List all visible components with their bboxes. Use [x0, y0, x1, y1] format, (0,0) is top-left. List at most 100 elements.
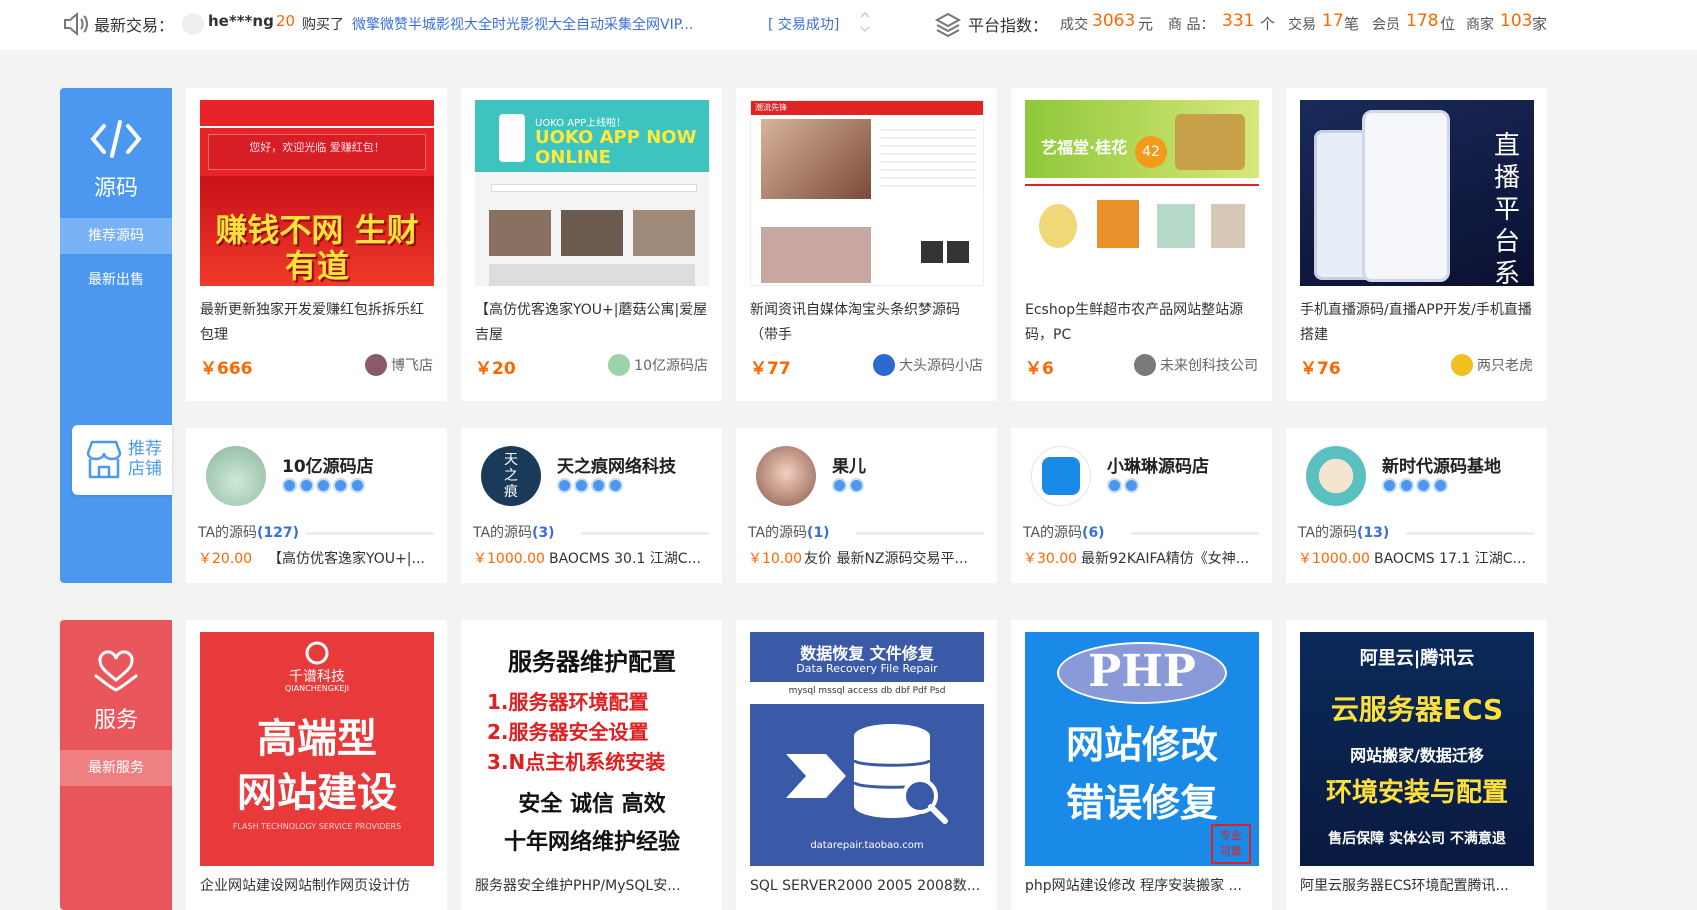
- product-thumbnail[interactable]: 潮流先锋: [750, 100, 984, 286]
- service-thumbnail[interactable]: 千谱科技 QIANCHENGKEJI 高端型 网站建设 FLASH TECHNO…: [200, 632, 434, 866]
- shop-name[interactable]: 10亿源码店: [634, 355, 708, 375]
- source-count: (13): [1357, 525, 1390, 541]
- format-list: mysql mssql access db dbf Pdf Psd: [788, 686, 946, 696]
- headline-3: 环境安装与配置: [1325, 778, 1508, 808]
- scroll-arrows-icon[interactable]: [858, 8, 872, 36]
- shop-avatar: [1451, 354, 1473, 376]
- service-thumbnail[interactable]: 阿里云|腾讯云 云服务器ECS 网站搬家/数据迁移 环境安装与配置 售后保障 实…: [1300, 632, 1534, 866]
- line-4: 安全 诚信 高效: [518, 792, 666, 817]
- shop-avatar: [1134, 354, 1156, 376]
- service-thumbnail[interactable]: PHP 网站修改 错误修复 专业可靠: [1025, 632, 1259, 866]
- shop-card[interactable]: 新时代源码基地 TA的源码(13) ￥1000.00 BAOCMS 17.1 江…: [1286, 428, 1547, 583]
- latest-item-title[interactable]: 【高仿优客逸家YOU+|...: [268, 548, 433, 568]
- product-thumbnail[interactable]: 艺福堂·桂花 42: [1025, 100, 1259, 286]
- platform-index-label: 平台指数：: [968, 16, 1049, 35]
- product-title[interactable]: 新闻资讯自媒体淘宝头条织梦源码（带手: [750, 298, 984, 348]
- product-price: ￥6: [1025, 359, 1054, 379]
- latest-item-price: ￥20.00: [198, 551, 253, 567]
- product-shop[interactable]: 未来创科技公司: [1134, 354, 1258, 376]
- shop-card[interactable]: 10亿源码店 TA的源码(127) ￥20.00 【高仿优客逸家YOU+|...: [186, 428, 447, 583]
- shop-source-count[interactable]: TA的源码(3): [473, 522, 555, 542]
- shop-name[interactable]: 10亿源码店: [282, 452, 374, 477]
- latest-service-link[interactable]: 最新服务: [60, 750, 172, 786]
- service-thumbnail[interactable]: 服务器维护配置 1.服务器环境配置 2.服务器安全设置 3.N点主机系统安装 安…: [475, 632, 709, 866]
- stat-deal-label: 成交: [1060, 17, 1088, 33]
- latest-item-title[interactable]: 最新92KAIFA精仿《女神...: [1081, 548, 1264, 568]
- product-shop[interactable]: 大头源码小店: [873, 354, 983, 376]
- headline-2: 错误修复: [1065, 781, 1218, 825]
- latest-item-title[interactable]: BAOCMS 30.1 江湖C...: [549, 548, 714, 568]
- shop-avatar[interactable]: [756, 446, 816, 506]
- service-card[interactable]: PHP 网站修改 错误修复 专业可靠 php网站建设修改 程序安装搬家 ...: [1011, 620, 1272, 910]
- shop-card[interactable]: 小琳琳源码店 TA的源码(6) ￥30.00 最新92KAIFA精仿《女神...: [1011, 428, 1272, 583]
- shop-source-count[interactable]: TA的源码(127): [198, 522, 299, 542]
- trade-product-link[interactable]: 微擎微赞半城影视大全时光影视大全自动采集全网VIP...: [352, 14, 693, 34]
- source-count: (1): [807, 525, 830, 541]
- service-card[interactable]: 千谱科技 QIANCHENGKEJI 高端型 网站建设 FLASH TECHNO…: [186, 620, 447, 910]
- service-card[interactable]: 阿里云|腾讯云 云服务器ECS 网站搬家/数据迁移 环境安装与配置 售后保障 实…: [1286, 620, 1547, 910]
- shop-rank-badges: [832, 478, 864, 493]
- product-thumbnail[interactable]: 直播平台系统: [1300, 100, 1534, 286]
- site-url: datarepair.taobao.com: [810, 840, 924, 851]
- product-card[interactable]: 艺福堂·桂花 42 Ecshop生鲜超市农产品网站整站源码，PC ￥6 未来创科…: [1011, 88, 1272, 401]
- shop-avatar[interactable]: [1031, 446, 1091, 506]
- stat-deal-unit: 元: [1138, 15, 1154, 33]
- source-count: (3): [532, 525, 555, 541]
- stat-deal-value: 3063: [1092, 11, 1136, 31]
- bought-text: 购买了: [302, 17, 344, 33]
- product-shop[interactable]: 两只老虎: [1451, 354, 1533, 376]
- shop-source-count[interactable]: TA的源码(1): [748, 522, 830, 542]
- stat-shop-label: 商家: [1466, 17, 1494, 33]
- recommend-shop-tab[interactable]: 推荐店铺: [72, 425, 172, 495]
- headline: 服务器维护配置: [508, 648, 676, 676]
- shop-source-count[interactable]: TA的源码(13): [1298, 522, 1389, 542]
- shop-rank-badges: [1107, 478, 1139, 493]
- product-title[interactable]: 【高仿优客逸家YOU+|蘑菇公寓|爱屋吉屋: [475, 298, 709, 348]
- shop-name[interactable]: 新时代源码基地: [1382, 452, 1501, 477]
- buyer-name: he***ng: [208, 12, 274, 30]
- product-card[interactable]: 您好，欢迎光临 爱赚红包！ 赚钱不网 生财有道 最新更新独家开发爱赚红包拆拆乐红…: [186, 88, 447, 401]
- shop-name[interactable]: 小琳琳源码店: [1107, 452, 1209, 477]
- shop-name[interactable]: 博飞店: [391, 355, 433, 375]
- shop-name[interactable]: 未来创科技公司: [1160, 355, 1258, 375]
- stat-shop-value: 103: [1500, 11, 1533, 31]
- ta-source-label: TA的源码: [1298, 525, 1358, 541]
- service-card[interactable]: 数据恢复 文件修复 Data Recovery File Repair mysq…: [736, 620, 997, 910]
- service-card[interactable]: 服务器维护配置 1.服务器环境配置 2.服务器安全设置 3.N点主机系统安装 安…: [461, 620, 722, 910]
- product-shop[interactable]: 博飞店: [365, 354, 433, 376]
- product-card[interactable]: 潮流先锋 新闻资讯自媒体淘宝头条织梦源码（带手 ￥77 大头源码小店: [736, 88, 997, 401]
- product-thumbnail[interactable]: UOKO APP上线啦！ UOKO APP NOW ONLINE: [475, 100, 709, 286]
- product-title[interactable]: 手机直播源码/直播APP开发/手机直播搭建: [1300, 298, 1534, 348]
- product-thumbnail[interactable]: 您好，欢迎光临 爱赚红包！ 赚钱不网 生财有道: [200, 100, 434, 286]
- service-thumbnail[interactable]: 数据恢复 文件修复 Data Recovery File Repair mysq…: [750, 632, 984, 866]
- stat-member-unit: 位: [1440, 15, 1456, 33]
- shop-avatar[interactable]: 天之痕: [481, 446, 541, 506]
- shop-avatar[interactable]: [1306, 446, 1366, 506]
- shop-name[interactable]: 大头源码小店: [899, 355, 983, 375]
- stat-member-value: 178: [1406, 11, 1439, 31]
- latest-sale-link[interactable]: 最新出售: [60, 262, 172, 298]
- product-title[interactable]: Ecshop生鲜超市农产品网站整站源码，PC: [1025, 298, 1259, 348]
- shop-card[interactable]: 天之痕 天之痕网络科技 TA的源码(3) ￥1000.00 BAOCMS 30.…: [461, 428, 722, 583]
- ta-source-label: TA的源码: [748, 525, 808, 541]
- product-shop[interactable]: 10亿源码店: [608, 354, 708, 376]
- product-card[interactable]: UOKO APP上线啦！ UOKO APP NOW ONLINE 【高仿优客逸家…: [461, 88, 722, 401]
- shop-avatar: [873, 354, 895, 376]
- latest-trade-label: 最新交易：: [94, 16, 175, 35]
- shop-name[interactable]: 天之痕网络科技: [557, 452, 676, 477]
- shop-name[interactable]: 果儿: [832, 452, 866, 477]
- latest-item-title[interactable]: 友价 最新NZ源码交易平...: [804, 548, 989, 568]
- shop-source-count[interactable]: TA的源码(6): [1023, 522, 1105, 542]
- stat-goods-value: 331: [1222, 11, 1255, 31]
- product-title[interactable]: 最新更新独家开发爱赚红包拆拆乐红包理: [200, 298, 434, 348]
- divider: [1131, 532, 1259, 535]
- trade-status: [ 交易成功]: [768, 17, 840, 33]
- stat-trade-value: 17: [1322, 11, 1344, 31]
- ta-source-label: TA的源码: [473, 525, 533, 541]
- recommend-source-link[interactable]: 推荐源码: [60, 218, 172, 254]
- latest-item-title[interactable]: BAOCMS 17.1 江湖C...: [1374, 548, 1539, 568]
- shop-name[interactable]: 两只老虎: [1477, 355, 1533, 375]
- shop-card[interactable]: 果儿 TA的源码(1) ￥10.00 友价 最新NZ源码交易平...: [736, 428, 997, 583]
- product-card[interactable]: 直播平台系统 手机直播源码/直播APP开发/手机直播搭建 ￥76 两只老虎: [1286, 88, 1547, 401]
- shop-avatar[interactable]: [206, 446, 266, 506]
